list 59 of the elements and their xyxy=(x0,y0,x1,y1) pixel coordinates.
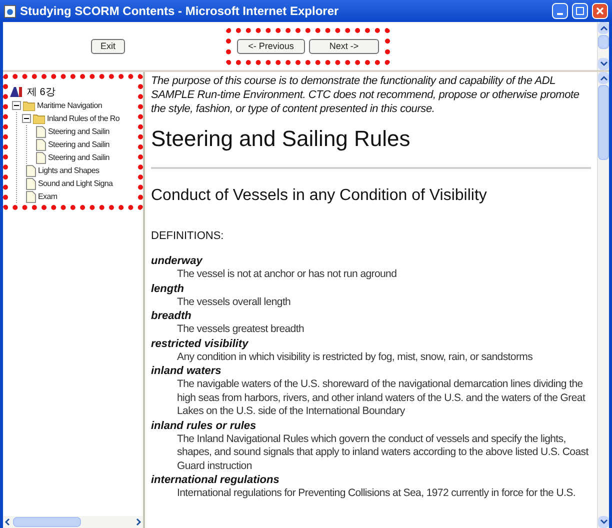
tree-item[interactable]: Steering and Sailin xyxy=(48,125,110,138)
tree-item[interactable]: Sound and Light Signa xyxy=(38,177,113,190)
definition-text: International regulations for Preventing Collisions at Sea, 1972 currently in force for the U.S. xyxy=(176,487,576,500)
definition-term: international regulations xyxy=(151,473,280,487)
exit-button[interactable]: Exit xyxy=(91,38,124,54)
page-title: Steering and Sailing Rules xyxy=(151,126,412,152)
definition-text: The vessels greatest breadth xyxy=(176,323,306,336)
next-button[interactable]: Next -> xyxy=(309,38,379,54)
tree-item[interactable]: Maritime Navigation xyxy=(37,99,102,112)
minimize-icon xyxy=(557,13,563,15)
close-icon xyxy=(596,7,604,15)
folder-icon xyxy=(23,100,35,110)
definition-term: inland rules or rules xyxy=(151,418,258,432)
page-icon xyxy=(26,164,36,176)
scroll-thumb[interactable] xyxy=(598,35,609,49)
collapse-icon[interactable] xyxy=(22,114,31,123)
scroll-thumb[interactable] xyxy=(598,85,609,160)
definition-text: The vessels overall length xyxy=(176,296,292,309)
maximize-icon xyxy=(576,7,584,15)
scroll-up-icon[interactable] xyxy=(598,22,609,34)
section-heading: Conduct of Vessels in any Condition of Visibility xyxy=(151,186,488,206)
page-icon xyxy=(36,138,46,150)
tree-item[interactable]: Lights and Shapes xyxy=(38,164,100,177)
vertical-scrollbar[interactable] xyxy=(597,72,609,528)
close-button[interactable] xyxy=(592,3,608,19)
tree-item[interactable]: Exam xyxy=(38,190,58,203)
page-icon xyxy=(26,178,36,190)
disclaimer-text: The purpose of this course is to demonstrate the functionality and capability of the ADL SAMPLE Run-time Environment. CTC does not recommend, propose or otherwise promote the style, fashion, or type of content presented in this course. xyxy=(151,74,580,116)
definition-term: length xyxy=(151,282,185,296)
definition-term: underway xyxy=(151,254,204,268)
scroll-down-icon[interactable] xyxy=(598,58,609,70)
page-icon xyxy=(4,4,16,18)
definition-text: Any condition in which visibility is restricted by fog, mist, snow, rain, or sandstorms xyxy=(176,350,534,364)
page-icon xyxy=(36,152,46,164)
tree-item[interactable]: Inland Rules of the Ro xyxy=(47,112,120,125)
scroll-down-icon[interactable] xyxy=(598,516,609,528)
scroll-up-icon[interactable] xyxy=(598,72,609,84)
definitions-heading: DEFINITIONS: xyxy=(151,229,225,243)
previous-button[interactable]: <- Previous xyxy=(237,38,305,54)
definition-text: The vessel is not at anchor or has not run aground xyxy=(176,268,398,282)
tree-root[interactable]: 제 6강 xyxy=(27,84,56,100)
logo-icon xyxy=(10,87,24,97)
definition-text: The Inland Navigational Rules which govern the conduct of vessels and specify the lights, shapes, and sound signals that apply to inland waters according to the above listed U.S. Coast Guard instruction xyxy=(176,432,590,473)
definition-term: breadth xyxy=(151,309,192,323)
window-title: Studying SCORM Contents - Microsoft Internet Explorer xyxy=(20,3,339,20)
maximize-button[interactable] xyxy=(572,3,588,19)
tree-item[interactable]: Steering and Sailin xyxy=(48,138,110,151)
vertical-scrollbar[interactable] xyxy=(597,22,609,70)
folder-icon xyxy=(33,114,45,124)
page-icon xyxy=(26,190,36,202)
page-icon xyxy=(36,126,46,138)
definition-term: inland waters xyxy=(151,364,222,378)
scroll-thumb[interactable] xyxy=(13,517,81,527)
minimize-button[interactable] xyxy=(552,3,568,19)
definition-text: The navigable waters of the U.S. shoreward of the navigational demarcation lines dividing the high seas from harbors, rivers, and other inland waters of the U.S. and the waters of the Great Lakes on the U.S. side of the International Boundary xyxy=(176,378,586,418)
horizontal-scrollbar[interactable] xyxy=(3,516,143,528)
definition-term: restricted visibility xyxy=(151,336,250,350)
tree-item[interactable]: Steering and Sailin xyxy=(48,151,110,164)
collapse-icon[interactable] xyxy=(12,101,21,110)
